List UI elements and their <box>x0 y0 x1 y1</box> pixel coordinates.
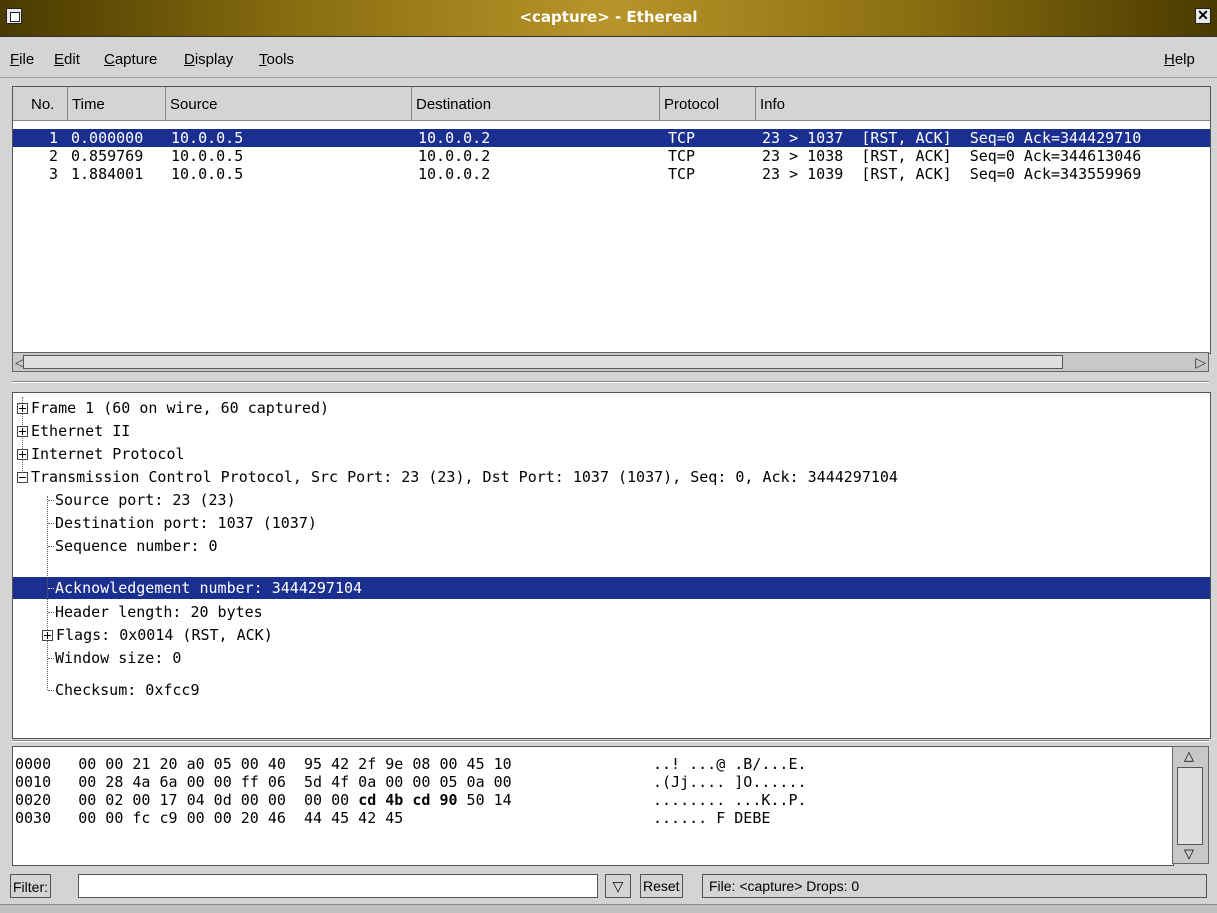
status-text: File: <capture> Drops: 0 <box>702 874 1207 898</box>
hex-ascii: ...... F DEBE <box>653 809 771 827</box>
close-icon[interactable]: ✕ <box>1195 8 1211 24</box>
packet-time: 0.000000 <box>71 129 144 147</box>
packet-no: 1 <box>49 129 59 147</box>
scrollbar-thumb[interactable] <box>23 355 1063 369</box>
hex-ascii: ..! ...@ .B/...E. <box>653 755 807 773</box>
packet-row[interactable]: 2 0.859769 10.0.0.5 10.0.0.2 TCP 23 > 10… <box>13 147 1210 165</box>
hex-line: 0010 00 28 4a 6a 00 00 ff 06 5d 4f 0a 00… <box>15 773 512 791</box>
scrollbar-thumb[interactable] <box>1177 767 1203 845</box>
hex-line: 0020 00 02 00 17 04 0d 00 00 00 00 cd 4b… <box>15 791 512 809</box>
expand-icon[interactable] <box>42 630 53 641</box>
hex-bytes: 00 28 4a 6a 00 00 ff 06 5d 4f 0a 00 00 0… <box>78 773 512 791</box>
tree-line <box>47 496 48 690</box>
tree-tick <box>48 523 54 524</box>
menu-tools[interactable]: Tools <box>259 51 294 68</box>
pane-divider[interactable] <box>12 381 1209 383</box>
tree-tick <box>48 658 54 659</box>
tree-node-tcp[interactable]: Transmission Control Protocol, Src Port:… <box>17 466 898 488</box>
tree-node-flags[interactable]: Flags: 0x0014 (RST, ACK) <box>42 624 273 646</box>
packet-source: 10.0.0.5 <box>171 165 244 183</box>
hex-bytes: 50 14 <box>457 791 512 809</box>
packet-info: 23 > 1038 [RST, ACK] Seq=0 Ack=344613046 <box>762 147 1142 165</box>
menu-capture[interactable]: Capture <box>104 51 157 68</box>
packet-list-scrollbar[interactable]: ◁ ▷ <box>12 352 1209 372</box>
column-header-protocol[interactable]: Protocol <box>660 87 756 121</box>
hex-offset: 0030 <box>15 809 52 827</box>
packet-destination: 10.0.0.2 <box>418 165 491 183</box>
packet-no: 2 <box>49 147 59 165</box>
menu-edit[interactable]: Edit <box>54 51 80 68</box>
hex-dump-pane[interactable]: 0000 00 00 21 20 a0 05 00 40 95 42 2f 9e… <box>12 746 1174 866</box>
packet-info: 23 > 1037 [RST, ACK] Seq=0 Ack=344429710 <box>762 129 1142 147</box>
tree-node-destination-port[interactable]: Destination port: 1037 (1037) <box>55 512 317 534</box>
tree-node-ack-number[interactable]: Acknowledgement number: 3444297104 <box>55 577 362 599</box>
tree-tick <box>48 546 54 547</box>
packet-no: 3 <box>49 165 59 183</box>
hex-ascii: .(Jj.... ]O...... <box>653 773 807 791</box>
menu-bar: File Edit Capture Display Tools Help <box>0 37 1217 78</box>
collapse-icon[interactable] <box>17 472 28 483</box>
expand-icon[interactable] <box>17 403 28 414</box>
filter-label: Filter: <box>10 874 51 898</box>
tree-node-window-size[interactable]: Window size: 0 <box>55 647 181 669</box>
packet-source: 10.0.0.5 <box>171 147 244 165</box>
hex-scrollbar[interactable]: △ ▽ <box>1172 746 1209 864</box>
hex-offset: 0010 <box>15 773 52 791</box>
column-header-no[interactable]: No. <box>13 87 68 121</box>
filter-dropdown-icon[interactable]: ▽ <box>605 874 631 898</box>
window-title: <capture> - Ethereal <box>519 8 698 26</box>
packet-row[interactable]: 1 0.000000 10.0.0.5 10.0.0.2 TCP 23 > 10… <box>13 129 1210 147</box>
packet-time: 0.859769 <box>71 147 144 165</box>
menu-help[interactable]: Help <box>1164 51 1195 68</box>
packet-source: 10.0.0.5 <box>171 129 244 147</box>
tree-node-frame[interactable]: Frame 1 (60 on wire, 60 captured) <box>17 397 329 419</box>
scroll-down-icon[interactable]: ▽ <box>1184 846 1194 862</box>
packet-destination: 10.0.0.2 <box>418 129 491 147</box>
expand-icon[interactable] <box>17 426 28 437</box>
tree-tick <box>48 588 54 589</box>
hex-bytes-highlighted: cd 4b cd 90 <box>358 791 458 809</box>
menu-file[interactable]: File <box>10 51 34 68</box>
expand-icon[interactable] <box>17 449 28 460</box>
tree-node-ethernet[interactable]: Ethernet II <box>17 420 130 442</box>
scroll-right-icon[interactable]: ▷ <box>1195 354 1206 371</box>
tree-tick <box>48 500 54 501</box>
column-header-destination[interactable]: Destination <box>412 87 660 121</box>
tree-tick <box>48 690 54 691</box>
filter-input[interactable] <box>78 874 598 898</box>
packet-detail-tree[interactable]: Frame 1 (60 on wire, 60 captured) Ethern… <box>12 392 1211 739</box>
column-header-time[interactable]: Time <box>68 87 166 121</box>
tree-node-sequence-number[interactable]: Sequence number: 0 <box>55 535 218 557</box>
column-header-info[interactable]: Info <box>756 87 1210 121</box>
hex-bytes: 00 02 00 17 04 0d 00 00 00 00 <box>78 791 359 809</box>
reset-button[interactable]: Reset <box>640 874 683 898</box>
menu-display[interactable]: Display <box>184 51 233 68</box>
tree-node-source-port[interactable]: Source port: 23 (23) <box>55 489 236 511</box>
packet-time: 1.884001 <box>71 165 144 183</box>
packet-protocol: TCP <box>668 165 696 183</box>
hex-bytes: 00 00 21 20 a0 05 00 40 95 42 2f 9e 08 0… <box>78 755 512 773</box>
hex-ascii: ........ ...K..P. <box>653 791 807 809</box>
hex-offset: 0000 <box>15 755 52 773</box>
hex-offset: 0020 <box>15 791 52 809</box>
packet-protocol: TCP <box>668 147 696 165</box>
packet-info: 23 > 1039 [RST, ACK] Seq=0 Ack=343559969 <box>762 165 1142 183</box>
tree-node-ip[interactable]: Internet Protocol <box>17 443 185 465</box>
tree-node-checksum[interactable]: Checksum: 0xfcc9 <box>55 679 200 701</box>
packet-protocol: TCP <box>668 129 696 147</box>
status-bar: Filter: ▽ Reset File: <capture> Drops: 0 <box>0 868 1217 902</box>
hex-line: 0000 00 00 21 20 a0 05 00 40 95 42 2f 9e… <box>15 755 512 773</box>
title-bar: <capture> - Ethereal ✕ <box>0 0 1217 37</box>
packet-list[interactable]: No. Time Source Destination Protocol Inf… <box>12 86 1211 354</box>
hex-bytes: 00 00 fc c9 00 00 20 46 44 45 42 45 <box>78 809 404 827</box>
packet-row[interactable]: 3 1.884001 10.0.0.5 10.0.0.2 TCP 23 > 10… <box>13 165 1210 183</box>
pane-divider[interactable] <box>12 740 1209 742</box>
hex-line: 0030 00 00 fc c9 00 00 20 46 44 45 42 45 <box>15 809 403 827</box>
column-header-source[interactable]: Source <box>166 87 412 121</box>
packet-destination: 10.0.0.2 <box>418 147 491 165</box>
tree-node-header-length[interactable]: Header length: 20 bytes <box>55 601 263 623</box>
tree-tick <box>48 612 54 613</box>
scroll-up-icon[interactable]: △ <box>1184 748 1194 764</box>
